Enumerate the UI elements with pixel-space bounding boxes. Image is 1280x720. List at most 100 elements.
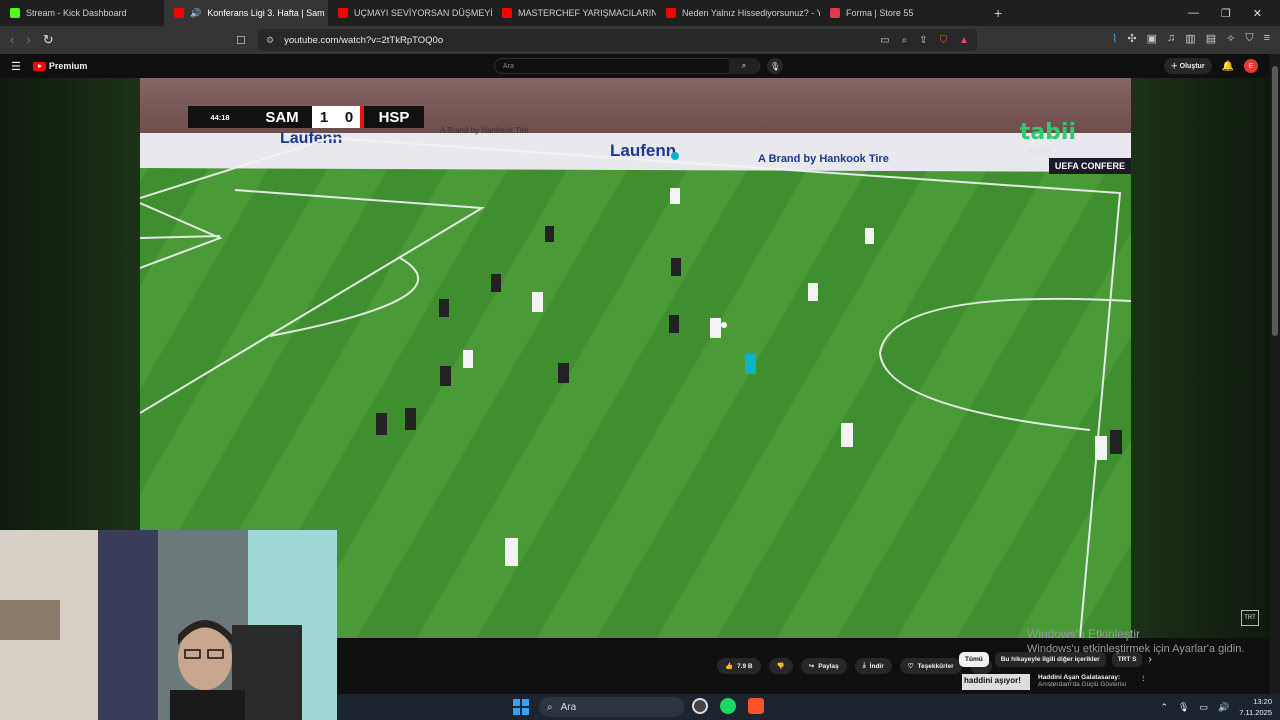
back-icon[interactable]: ‹ <box>10 32 14 48</box>
thanks-label: Teşekkürler <box>917 662 954 670</box>
download-button[interactable]: ⤓ İndir <box>854 658 892 674</box>
share-icon[interactable]: ⇪ <box>919 35 927 46</box>
heart-dollar-icon: ♡ <box>907 663 914 670</box>
bell-icon[interactable]: 🔔 <box>1222 61 1234 72</box>
url-field[interactable]: ⚙ youtube.com/watch?v=2tTkRpTOQ0o ▭ ⌕ ⇪ … <box>258 29 977 51</box>
youtube-icon <box>338 8 348 18</box>
dislike-button[interactable]: 👎 <box>768 658 793 674</box>
minimize-icon[interactable]: — <box>1188 7 1199 20</box>
screenshot-icon[interactable]: ▣ <box>1147 32 1157 45</box>
windows-start-icon[interactable] <box>513 699 529 715</box>
page-scrollbar[interactable] <box>1270 54 1280 694</box>
related-title: Haddini Aşan Galatasaray: <box>1038 674 1121 681</box>
reload-icon[interactable]: ↻ <box>43 32 54 48</box>
spotify-icon[interactable] <box>720 698 736 714</box>
audio-icon[interactable]: 🔊 <box>190 8 201 19</box>
scrollbar-thumb[interactable] <box>1272 66 1278 336</box>
search-icon: ⌕ <box>547 701 553 713</box>
action-buttons: 👍7.9 B 👎 ↪Paylaş ⤓İndir ♡Teşekkürler ··· <box>717 658 993 674</box>
youtube-play-icon <box>32 61 46 71</box>
logo-text: Premium <box>48 61 88 71</box>
kebab-menu-icon[interactable]: ⋮ <box>1140 674 1147 690</box>
trt-corner-logo: TRT <box>1241 610 1259 626</box>
tray-chevron-icon[interactable]: ⌃ <box>1160 702 1168 713</box>
windows-activation-watermark: Windows'u Etkinleştir Windows'u etkinleş… <box>1027 627 1244 657</box>
thumbs-up-icon: 👍 <box>725 663 734 670</box>
download-icon: ⤓ <box>862 662 866 669</box>
nav-buttons: ‹ › ↻ <box>0 32 54 48</box>
address-toolbar: ‹ › ↻ ☐ ⚙ youtube.com/watch?v=2tTkRpTOQ0… <box>0 26 1280 54</box>
windows-taskbar: ⌕ Ara ⌃ 🎙 ▭ 🔊 13:20 7.11.2025 <box>337 694 1280 720</box>
webcam-scene <box>0 530 337 720</box>
store-icon <box>830 8 840 18</box>
rewards-icon[interactable]: ▲ <box>959 35 969 46</box>
vpn-icon[interactable]: ⛉ <box>1245 32 1253 45</box>
search-placeholder: Ara <box>503 62 514 70</box>
network-icon[interactable]: ▭ <box>1199 702 1208 713</box>
related-subtitle: Amsterdam'da Güçlü Gösterisi <box>1038 681 1126 688</box>
cast-icon[interactable]: ▭ <box>880 35 889 46</box>
home-score: 1 <box>312 106 336 128</box>
avatar[interactable]: E <box>1244 59 1258 73</box>
ad-board-hankook: A Brand by Hankook Tire <box>758 153 889 165</box>
volume-icon[interactable]: 🔊 <box>1218 702 1229 713</box>
ambient-glow-right <box>1131 78 1270 640</box>
taskbar-apps <box>692 698 764 714</box>
leo-icon[interactable]: ✧ <box>1226 32 1235 45</box>
forward-icon[interactable]: › <box>26 32 30 48</box>
webcam-overlay <box>0 530 337 720</box>
youtube-logo[interactable]: Premium <box>32 61 88 71</box>
close-window-icon[interactable]: ✕ <box>1253 7 1262 20</box>
menu-icon[interactable]: ≡ <box>1264 32 1270 45</box>
zoom-icon[interactable]: ⌕ <box>902 35 908 46</box>
share-button[interactable]: ↪ Paylaş <box>800 658 847 674</box>
site-settings-icon[interactable]: ⚙ <box>266 35 274 46</box>
away-score: 0 <box>338 106 364 128</box>
hamburger-menu-icon[interactable]: ☰ <box>11 60 21 73</box>
window-controls: — ❐ ✕ <box>1188 7 1280 20</box>
tab-youtube-4[interactable]: Neden Yalnız Hissediyorsunuz? - You <box>656 0 820 26</box>
related-video-item[interactable]: haddini aşıyor! Haddini Aşan Galatasaray… <box>962 674 1146 690</box>
tab-kick-dashboard[interactable]: Stream - Kick Dashboard <box>0 0 164 26</box>
thanks-button[interactable]: ♡ Teşekkürler <box>899 658 962 674</box>
ad-board-hankook-small: A Brand by Hankook Tire <box>440 126 529 135</box>
sidebar-icon[interactable]: ▥ <box>1185 32 1195 45</box>
taskbar-clock[interactable]: 13:20 7.11.2025 <box>1239 696 1272 718</box>
wallet-icon[interactable]: ▤ <box>1206 32 1216 45</box>
search-input[interactable]: Ara ⌕ <box>494 58 760 74</box>
related-thumbnail[interactable]: haddini aşıyor! <box>962 674 1030 690</box>
search-icon[interactable]: ⌕ <box>729 58 759 74</box>
tab-store[interactable]: Forma | Store 55 <box>820 0 984 26</box>
thumbs-down-icon: 👎 <box>776 663 785 670</box>
youtube-header: ☰ Premium Ara ⌕ 🎙 ＋ Oluştur 🔔 E <box>0 54 1280 78</box>
tab-youtube-2[interactable]: UÇMAYI SEVİYORSAN DÜŞMEYİ DE B <box>328 0 492 26</box>
brave-shield-icon[interactable]: ⛉ <box>940 35 948 46</box>
url-actions: ▭ ⌕ ⇪ ⛉ ▲ <box>880 35 977 46</box>
taskbar-search[interactable]: ⌕ Ara <box>539 697 684 717</box>
extensions-bar: ⌇ ✣ ▣ ♫ ▥ ▤ ✧ ⛉ ≡ <box>1112 32 1270 45</box>
create-button[interactable]: ＋ Oluştur <box>1163 58 1212 74</box>
taskbar-search-label: Ara <box>560 701 577 713</box>
browser-tab-strip: Stream - Kick Dashboard 🔊 Konferans Ligi… <box>0 0 1280 26</box>
brave-icon[interactable] <box>748 698 764 714</box>
maximize-icon[interactable]: ❐ <box>1221 7 1231 20</box>
obs-icon[interactable] <box>692 698 708 714</box>
tab-youtube-active[interactable]: 🔊 Konferans Ligi 3. Hafta | Sam ✕ <box>164 0 328 26</box>
new-tab-button[interactable]: + <box>984 5 1012 21</box>
away-team: HSP <box>364 106 424 128</box>
tab-label: Neden Yalnız Hissediyorsunuz? - You <box>682 8 820 18</box>
tab-youtube-3[interactable]: MASTERCHEF YARIŞMACILARININ RE <box>492 0 656 26</box>
match-clock: 44:18 <box>188 106 252 128</box>
scoreboard: 44:18 SAM 1 0 HSP <box>188 106 424 128</box>
mic-tray-icon[interactable]: 🎙 <box>1178 702 1189 713</box>
microphone-icon[interactable]: 🎙 <box>767 58 783 74</box>
system-tray: ⌃ 🎙 ▭ 🔊 13:20 7.11.2025 <box>1160 696 1272 718</box>
clock-time: 13:20 <box>1253 697 1272 706</box>
translate-icon[interactable]: ⌇ <box>1112 32 1117 45</box>
bookmark-icon[interactable]: ☐ <box>236 34 246 47</box>
chip-all[interactable]: Tümü <box>959 652 989 667</box>
puzzle-icon[interactable]: ✣ <box>1127 32 1136 45</box>
broadcaster-logo: tabii <box>1019 120 1076 145</box>
music-icon[interactable]: ♫ <box>1167 32 1175 45</box>
like-button[interactable]: 👍 7.9 B <box>717 658 761 674</box>
